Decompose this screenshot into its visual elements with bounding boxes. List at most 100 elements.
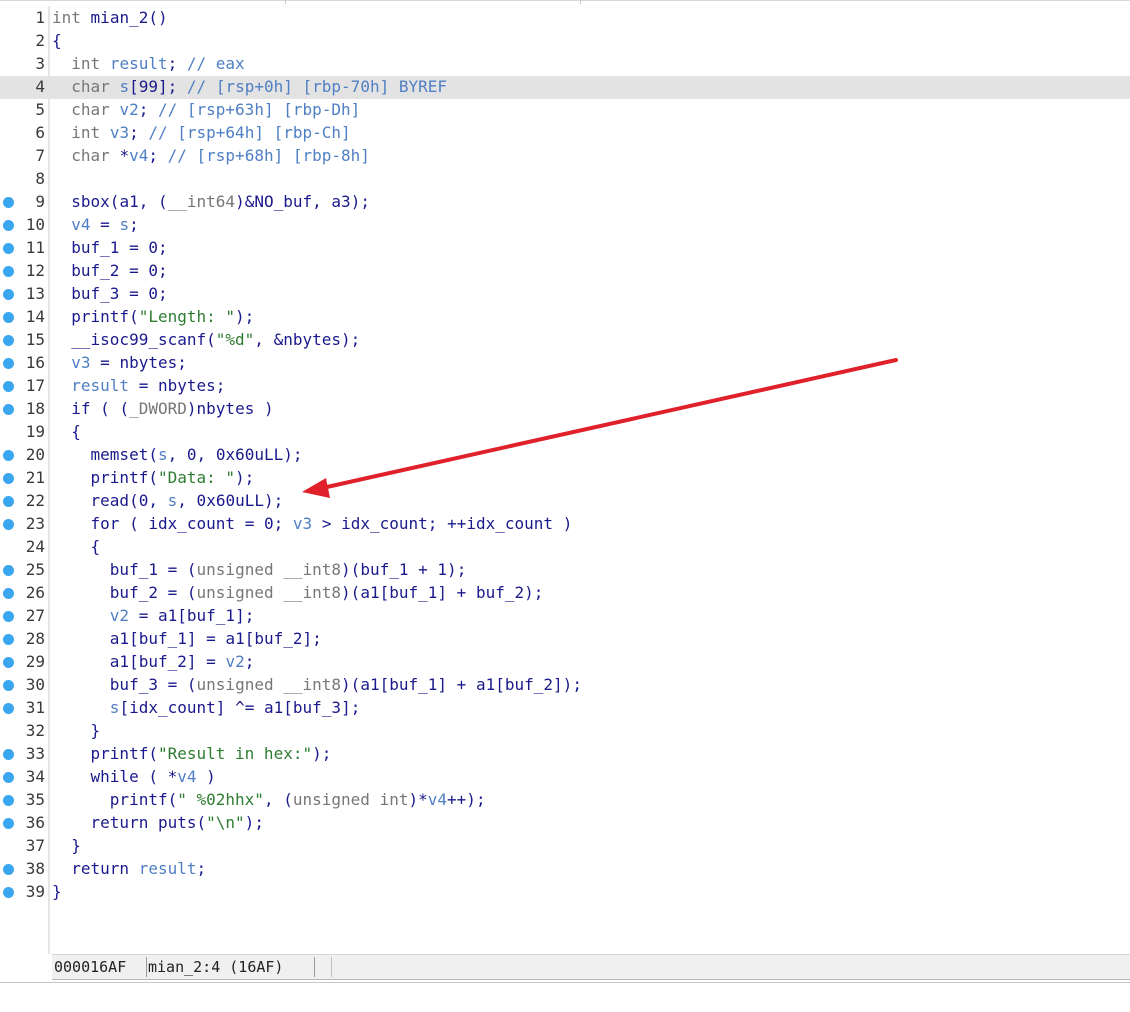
breakpoint-dot-icon[interactable] [3,611,14,622]
code-text[interactable]: v2 = a1[buf_1]; [52,606,255,626]
breakpoint-dot-icon[interactable] [3,565,14,576]
code-line[interactable]: 10 v4 = s; [0,214,1130,237]
breakpoint-dot-icon[interactable] [3,680,14,691]
breakpoint-dot-icon[interactable] [3,887,14,898]
pseudocode-view[interactable]: 1 int mian_2() 2{3 int result; // eax 4 cha… [0,6,1130,954]
breakpoint-dot-icon[interactable] [3,450,14,461]
code-line[interactable]: 12 buf_2 = 0; [0,260,1130,283]
breakpoint-dot-icon[interactable] [3,864,14,875]
code-line[interactable]: 2{ [0,30,1130,53]
code-line[interactable]: 37 } [0,835,1130,858]
breakpoint-dot-icon[interactable] [3,496,14,507]
code-text[interactable]: printf("Result in hex:"); [52,744,332,764]
code-text[interactable]: char v2; // [rsp+63h] [rbp-Dh] [52,100,360,120]
code-text[interactable]: buf_2 = 0; [52,261,167,281]
code-text[interactable]: s[idx_count] ^= a1[buf_3]; [52,698,361,718]
code-text[interactable]: printf(" %02hhx", (unsigned int)*v4++); [52,790,486,810]
code-line[interactable]: 21 printf("Data: "); [0,467,1130,490]
code-text[interactable]: while ( *v4 ) [52,767,216,787]
code-text[interactable]: int v3; // [rsp+64h] [rbp-Ch] [52,123,350,143]
code-text[interactable]: int result; // eax [52,54,244,74]
breakpoint-dot-icon[interactable] [3,404,14,415]
code-line[interactable]: 17 result = nbytes; [0,375,1130,398]
code-text[interactable]: buf_1 = (unsigned __int8)(buf_1 + 1); [52,560,467,580]
code-text[interactable]: buf_1 = 0; [52,238,167,258]
code-line[interactable]: 31 s[idx_count] ^= a1[buf_3]; [0,697,1130,720]
code-text[interactable]: result = nbytes; [52,376,225,396]
code-text[interactable]: } [52,836,81,856]
code-text[interactable]: buf_3 = (unsigned __int8)(a1[buf_1] + a1… [52,675,582,695]
code-text[interactable]: a1[buf_2] = v2; [52,652,255,672]
code-text[interactable]: int mian_2() [52,8,168,28]
code-line[interactable]: 35 printf(" %02hhx", (unsigned int)*v4++… [0,789,1130,812]
code-line[interactable]: 5 char v2; // [rsp+63h] [rbp-Dh] [0,99,1130,122]
code-line[interactable]: 26 buf_2 = (unsigned __int8)(a1[buf_1] +… [0,582,1130,605]
code-text[interactable]: buf_3 = 0; [52,284,167,304]
code-line[interactable]: 18 if ( (_DWORD)nbytes ) [0,398,1130,421]
code-line[interactable]: 19 { [0,421,1130,444]
code-line[interactable]: 32 } [0,720,1130,743]
code-line[interactable]: 15 __isoc99_scanf("%d", &nbytes); [0,329,1130,352]
code-text[interactable]: } [52,721,101,741]
breakpoint-dot-icon[interactable] [3,634,14,645]
code-text[interactable]: } [52,882,62,902]
breakpoint-dot-icon[interactable] [3,749,14,760]
code-line[interactable]: 4 char s[99]; // [rsp+0h] [rbp-70h] BYRE… [0,76,1130,99]
code-line[interactable]: 20 memset(s, 0, 0x60uLL); [0,444,1130,467]
breakpoint-dot-icon[interactable] [3,381,14,392]
code-line[interactable]: 38 return result; [0,858,1130,881]
code-text[interactable]: { [52,31,62,51]
code-line[interactable]: 22 read(0, s, 0x60uLL); [0,490,1130,513]
code-text[interactable]: read(0, s, 0x60uLL); [52,491,284,511]
code-line[interactable]: 7 char *v4; // [rsp+68h] [rbp-8h] [0,145,1130,168]
code-line[interactable]: 16 v3 = nbytes; [0,352,1130,375]
breakpoint-dot-icon[interactable] [3,266,14,277]
breakpoint-dot-icon[interactable] [3,243,14,254]
code-text[interactable]: char *v4; // [rsp+68h] [rbp-8h] [52,146,370,166]
code-line[interactable]: 39} [0,881,1130,904]
breakpoint-dot-icon[interactable] [3,703,14,714]
code-text[interactable]: v3 = nbytes; [52,353,187,373]
code-text[interactable]: if ( (_DWORD)nbytes ) [52,399,273,419]
breakpoint-dot-icon[interactable] [3,795,14,806]
code-text[interactable]: a1[buf_1] = a1[buf_2]; [52,629,322,649]
breakpoint-dot-icon[interactable] [3,220,14,231]
code-text[interactable]: return result; [52,859,206,879]
code-line[interactable]: 14 printf("Length: "); [0,306,1130,329]
code-text[interactable]: char s[99]; // [rsp+0h] [rbp-70h] BYREF [52,77,447,97]
code-line[interactable]: 30 buf_3 = (unsigned __int8)(a1[buf_1] +… [0,674,1130,697]
code-line[interactable]: 3 int result; // eax [0,53,1130,76]
breakpoint-dot-icon[interactable] [3,312,14,323]
code-line[interactable]: 1 int mian_2() [0,7,1130,30]
code-text[interactable]: buf_2 = (unsigned __int8)(a1[buf_1] + bu… [52,583,544,603]
code-text[interactable]: __isoc99_scanf("%d", &nbytes); [52,330,360,350]
breakpoint-dot-icon[interactable] [3,473,14,484]
code-line[interactable]: 8 [0,168,1130,191]
breakpoint-dot-icon[interactable] [3,818,14,829]
code-line[interactable]: 23 for ( idx_count = 0; v3 > idx_count; … [0,513,1130,536]
code-line[interactable]: 28 a1[buf_1] = a1[buf_2]; [0,628,1130,651]
code-text[interactable]: { [52,537,101,557]
breakpoint-dot-icon[interactable] [3,289,14,300]
breakpoint-dot-icon[interactable] [3,657,14,668]
breakpoint-dot-icon[interactable] [3,197,14,208]
code-text[interactable]: sbox(a1, (__int64)&NO_buf, a3); [52,192,370,212]
code-line[interactable]: 24 { [0,536,1130,559]
code-line[interactable]: 34 while ( *v4 ) [0,766,1130,789]
code-line[interactable]: 13 buf_3 = 0; [0,283,1130,306]
code-text[interactable]: memset(s, 0, 0x60uLL); [52,445,303,465]
code-text[interactable]: return puts("\n"); [52,813,264,833]
breakpoint-dot-icon[interactable] [3,335,14,346]
code-line[interactable]: 33 printf("Result in hex:"); [0,743,1130,766]
code-line[interactable]: 9 sbox(a1, (__int64)&NO_buf, a3); [0,191,1130,214]
code-line[interactable]: 11 buf_1 = 0; [0,237,1130,260]
code-line[interactable]: 36 return puts("\n"); [0,812,1130,835]
breakpoint-dot-icon[interactable] [3,358,14,369]
code-line[interactable]: 25 buf_1 = (unsigned __int8)(buf_1 + 1); [0,559,1130,582]
code-text[interactable]: for ( idx_count = 0; v3 > idx_count; ++i… [52,514,573,534]
code-text[interactable]: printf("Data: "); [52,468,255,488]
code-line[interactable]: 27 v2 = a1[buf_1]; [0,605,1130,628]
code-text[interactable]: printf("Length: "); [52,307,254,327]
breakpoint-dot-icon[interactable] [3,588,14,599]
code-line[interactable]: 6 int v3; // [rsp+64h] [rbp-Ch] [0,122,1130,145]
